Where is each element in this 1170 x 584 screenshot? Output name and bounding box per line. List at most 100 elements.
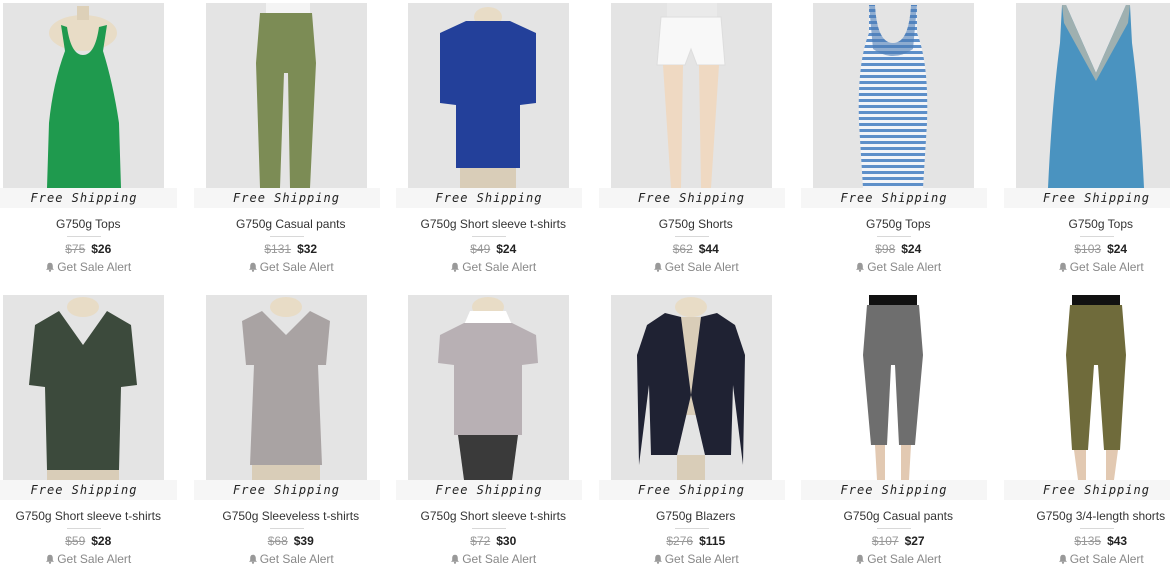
- divider: [675, 236, 709, 237]
- sale-alert-label: Get Sale Alert: [867, 552, 941, 566]
- sale-alert-link[interactable]: Get Sale Alert: [190, 260, 393, 275]
- divider: [67, 528, 101, 529]
- sale-price: $39: [294, 534, 314, 548]
- grey-cropped-pants-image[interactable]: [813, 295, 974, 480]
- original-price: $59: [65, 534, 85, 548]
- free-shipping-label: Free Shipping: [1004, 480, 1170, 500]
- striped-tank-top-image[interactable]: [813, 3, 974, 188]
- product-card[interactable]: Free Shipping G750g Shorts $62$44 Get Sa…: [595, 0, 798, 292]
- bell-icon: [45, 262, 55, 272]
- product-name[interactable]: G750g Short sleeve t-shirts: [392, 217, 595, 232]
- free-shipping-label: Free Shipping: [1004, 188, 1170, 208]
- product-card[interactable]: Free Shipping G750g 3/4-length shorts $1…: [1000, 292, 1170, 584]
- olive-cropped-pants-image[interactable]: [1016, 295, 1170, 480]
- sale-price: $44: [699, 242, 719, 256]
- sale-price: $24: [1107, 242, 1127, 256]
- bell-icon: [1058, 262, 1068, 272]
- sale-alert-link[interactable]: Get Sale Alert: [392, 260, 595, 275]
- sale-price: $24: [901, 242, 921, 256]
- lilac-tshirt-image[interactable]: [408, 295, 569, 480]
- product-name[interactable]: G750g Casual pants: [190, 217, 393, 232]
- sale-alert-link[interactable]: Get Sale Alert: [0, 260, 190, 275]
- free-shipping-label: Free Shipping: [801, 480, 987, 500]
- price-row: $135$43: [1000, 534, 1170, 549]
- price-row: $72$30: [392, 534, 595, 549]
- price-row: $49 $24: [392, 242, 595, 257]
- sale-price: $115: [699, 534, 725, 548]
- product-card[interactable]: Free Shipping G750g Blazers $276 $115 Get…: [595, 292, 798, 584]
- blue-camisole-image[interactable]: [1016, 3, 1170, 188]
- sale-alert-label: Get Sale Alert: [260, 260, 334, 274]
- green-tank-top-image[interactable]: [3, 3, 164, 188]
- product-name[interactable]: G750g Blazers: [595, 509, 798, 524]
- sale-alert-link[interactable]: Get Sale Alert: [797, 552, 1000, 567]
- product-name[interactable]: G750g Tops: [797, 217, 1000, 232]
- product-card[interactable]: Free Shipping G750g Short sleeve t-shirt…: [0, 292, 190, 584]
- original-price: $98: [875, 242, 895, 256]
- sale-alert-label: Get Sale Alert: [462, 260, 536, 274]
- sale-alert-link[interactable]: Get Sale Alert: [190, 552, 393, 567]
- product-name[interactable]: G750g Sleeveless t-shirts: [190, 509, 393, 524]
- free-shipping-label: Free Shipping: [396, 480, 582, 500]
- free-shipping-label: Free Shipping: [194, 480, 380, 500]
- product-name[interactable]: G750g 3/4-length shorts: [1000, 509, 1170, 524]
- product-grid: Free Shipping G750g Tops $75$26 Get Sale…: [0, 0, 1157, 556]
- product-name[interactable]: G750g Short sleeve t-shirts: [0, 509, 190, 524]
- product-card[interactable]: Free Shipping G750g Sleeveless t-shirts …: [190, 292, 393, 584]
- grey-top-image[interactable]: [206, 295, 367, 480]
- product-card[interactable]: Free Shipping G750g Casual pants $107 $27…: [797, 292, 1000, 584]
- price-row: $98 $24: [797, 242, 1000, 257]
- original-price: $75: [65, 242, 85, 256]
- sale-alert-link[interactable]: Get Sale Alert: [392, 552, 595, 567]
- bell-icon: [855, 262, 865, 272]
- price-row: $107 $27: [797, 534, 1000, 549]
- free-shipping-label: Free Shipping: [0, 188, 177, 208]
- sale-alert-link[interactable]: Get Sale Alert: [1000, 260, 1170, 275]
- product-card[interactable]: Free Shipping G750g Casual pants $131$32…: [190, 0, 393, 292]
- sale-alert-link[interactable]: Get Sale Alert: [595, 260, 798, 275]
- product-card[interactable]: Free Shipping G750g Tops $103$24 Get Sal…: [1000, 0, 1170, 292]
- original-price: $68: [268, 534, 288, 548]
- original-price: $276: [666, 534, 693, 548]
- original-price: $49: [470, 242, 490, 256]
- free-shipping-label: Free Shipping: [599, 480, 785, 500]
- white-shorts-image[interactable]: [611, 3, 772, 188]
- product-card[interactable]: Free Shipping G750g Short sleeve t-shirt…: [392, 292, 595, 584]
- sale-price: $32: [297, 242, 317, 256]
- free-shipping-label: Free Shipping: [396, 188, 582, 208]
- product-name[interactable]: G750g Tops: [0, 217, 190, 232]
- product-card[interactable]: Free Shipping G750g Tops $98$24 Get Sale…: [797, 0, 1000, 292]
- divider: [675, 528, 709, 529]
- sale-alert-link[interactable]: Get Sale Alert: [797, 260, 1000, 275]
- product-card[interactable]: Free Shipping G750g Short sleeve t-shirt…: [392, 0, 595, 292]
- navy-blazer-image[interactable]: [611, 295, 772, 480]
- bell-icon: [248, 262, 258, 272]
- sale-price: $28: [91, 534, 111, 548]
- blue-tshirt-image[interactable]: [408, 3, 569, 188]
- product-name[interactable]: G750g Shorts: [595, 217, 798, 232]
- olive-pants-image[interactable]: [206, 3, 367, 188]
- divider: [877, 236, 911, 237]
- sale-alert-label: Get Sale Alert: [57, 552, 131, 566]
- dark-green-tshirt-image[interactable]: [3, 295, 164, 480]
- sale-alert-label: Get Sale Alert: [665, 552, 739, 566]
- product-card[interactable]: Free Shipping G750g Tops $75$26 Get Sale…: [0, 0, 190, 292]
- sale-alert-label: Get Sale Alert: [1070, 552, 1144, 566]
- sale-alert-link[interactable]: Get Sale Alert: [595, 552, 798, 567]
- price-row: $103$24: [1000, 242, 1170, 257]
- product-name[interactable]: G750g Casual pants: [797, 509, 1000, 524]
- price-row: $131$32: [190, 242, 393, 257]
- sale-alert-label: Get Sale Alert: [260, 552, 334, 566]
- product-name[interactable]: G750g Short sleeve t-shirts: [392, 509, 595, 524]
- divider: [1080, 236, 1114, 237]
- product-name[interactable]: G750g Tops: [1000, 217, 1170, 232]
- sale-alert-label: Get Sale Alert: [867, 260, 941, 274]
- original-price: $107: [872, 534, 899, 548]
- sale-price: $24: [496, 242, 516, 256]
- sale-alert-link[interactable]: Get Sale Alert: [1000, 552, 1170, 567]
- price-row: $68 $39: [190, 534, 393, 549]
- sale-price: $27: [905, 534, 925, 548]
- bell-icon: [450, 262, 460, 272]
- sale-alert-link[interactable]: Get Sale Alert: [0, 552, 190, 567]
- divider: [270, 236, 304, 237]
